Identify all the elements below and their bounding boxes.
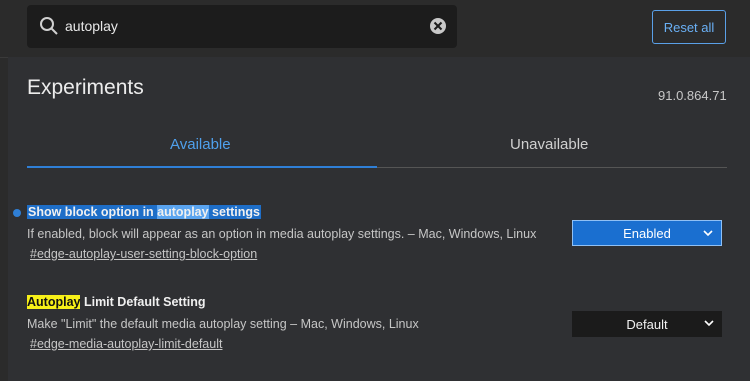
reset-all-button[interactable]: Reset all xyxy=(652,10,726,44)
search-box[interactable]: autoplay xyxy=(27,5,457,48)
chevron-down-icon xyxy=(703,230,713,237)
search-match-highlight: autoplay xyxy=(157,205,209,219)
flag-state-select[interactable]: Default xyxy=(572,311,722,337)
flag-state-select[interactable]: Enabled xyxy=(572,220,722,246)
flag-title-text: settings xyxy=(208,205,260,219)
tab-available[interactable]: Available xyxy=(170,136,231,153)
version-label: 91.0.864.71 xyxy=(658,88,727,103)
search-input[interactable]: autoplay xyxy=(65,18,118,34)
modified-indicator-dot xyxy=(13,209,21,217)
chevron-down-icon xyxy=(704,320,714,327)
flag-title-text: Limit Default Setting xyxy=(80,295,206,309)
flag-title: Show block option in autoplay settings xyxy=(27,205,261,219)
flag-permalink[interactable]: #edge-media-autoplay-limit-default xyxy=(30,337,222,351)
tab-unavailable[interactable]: Unavailable xyxy=(510,136,588,153)
clear-icon[interactable] xyxy=(429,17,447,35)
search-match-highlight: Autoplay xyxy=(27,295,81,309)
active-tab-indicator xyxy=(27,166,377,168)
flag-title-text: Show block option in xyxy=(28,205,158,219)
search-icon xyxy=(40,17,58,35)
tab-divider xyxy=(377,167,727,168)
select-value: Default xyxy=(626,316,668,332)
flag-description: If enabled, block will appear as an opti… xyxy=(27,227,537,241)
flag-description: Make "Limit" the default media autoplay … xyxy=(27,317,419,331)
flag-title: Autoplay Limit Default Setting xyxy=(27,295,205,309)
flag-permalink[interactable]: #edge-autoplay-user-setting-block-option xyxy=(30,247,257,261)
select-value: Enabled xyxy=(623,225,671,241)
page-title: Experiments xyxy=(27,76,144,99)
